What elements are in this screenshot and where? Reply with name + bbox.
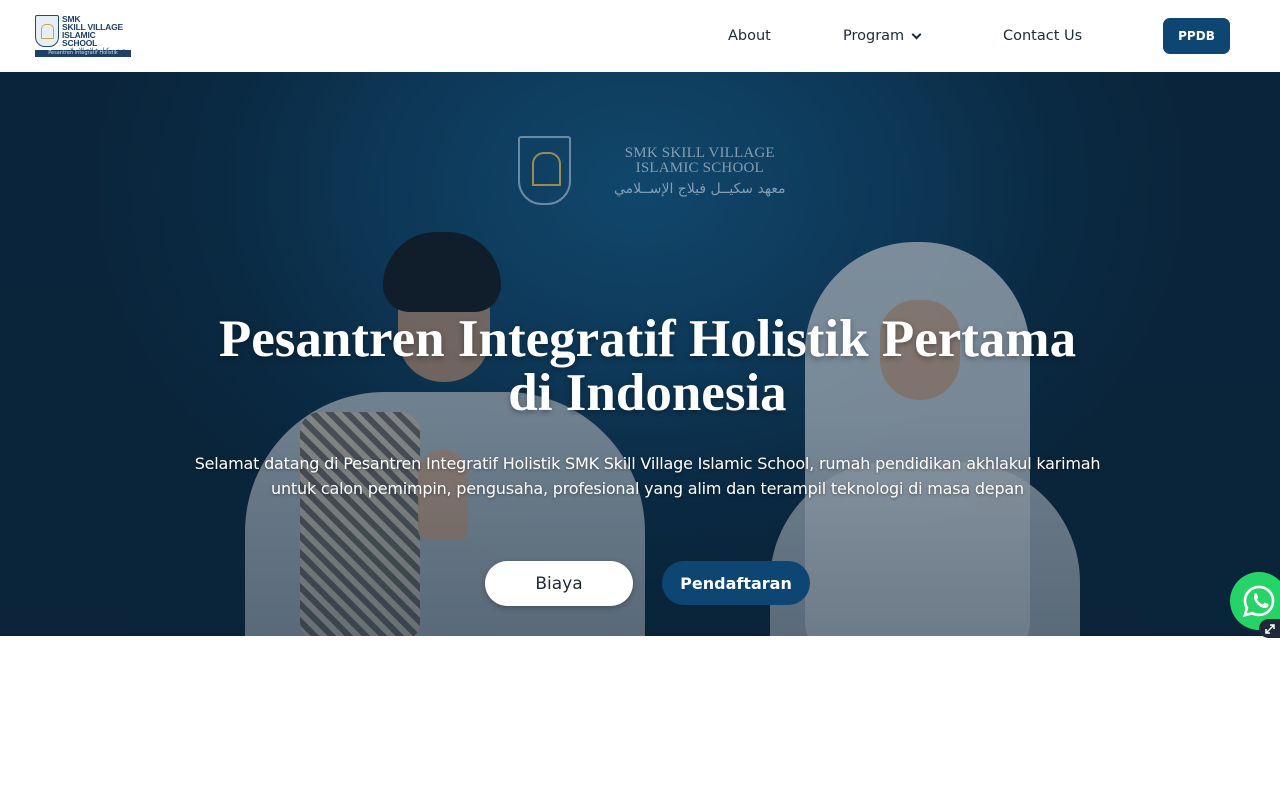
logo-line-3: ISLAMIC SCHOOL xyxy=(62,30,98,48)
nav-program-label: Program xyxy=(843,28,905,44)
hero-logo-arabic: معهد سكيــل فيلاج الإســلامي xyxy=(614,181,786,197)
hero-title-line-1: Pesantren Integratif Holistik Pertama xyxy=(218,310,1077,368)
school-crest-icon xyxy=(35,15,59,47)
nav-contact-us[interactable]: Contact Us xyxy=(1003,26,1082,46)
pendaftaran-button[interactable]: Pendaftaran xyxy=(662,561,810,605)
hero-logo-line-2: ISLAMIC SCHOOL xyxy=(635,160,764,176)
whatsapp-icon xyxy=(1243,585,1275,617)
whatsapp-collapse-button[interactable] xyxy=(1259,619,1280,638)
nav-program[interactable]: Program xyxy=(843,26,922,46)
school-logo[interactable]: SMK SKILL VILLAGE ISLAMIC SCHOOL معهد سك… xyxy=(35,15,131,58)
hero-logo-line-1: SMK SKILL VILLAGE xyxy=(624,145,775,161)
nav-about[interactable]: About xyxy=(728,26,771,46)
hero-title: Pesantren Integratif Holistik Pertama di… xyxy=(140,312,1155,420)
ppdb-button[interactable]: PPDB xyxy=(1163,18,1230,54)
chevron-down-icon xyxy=(911,29,922,39)
hero-school-logo: SMK SKILL VILLAGE ISLAMIC SCHOOL معهد سك… xyxy=(518,136,786,205)
site-header: SMK SKILL VILLAGE ISLAMIC SCHOOL معهد سك… xyxy=(0,0,1280,72)
hero-title-line-2: di Indonesia xyxy=(508,364,787,422)
school-crest-icon xyxy=(518,136,571,205)
logo-text: SMK SKILL VILLAGE ISLAMIC SCHOOL معهد سك… xyxy=(62,15,131,55)
logo-tagline: Pesantren Integratif Holistik xyxy=(35,50,131,57)
hero-logo-text: SMK SKILL VILLAGE ISLAMIC SCHOOL معهد سك… xyxy=(614,146,786,200)
biaya-button[interactable]: Biaya xyxy=(485,561,633,606)
hero-subtitle: Selamat datang di Pesantren Integratif H… xyxy=(194,454,1101,498)
hero-banner: SMK SKILL VILLAGE ISLAMIC SCHOOL معهد سك… xyxy=(0,72,1280,636)
collapse-icon xyxy=(1264,623,1275,634)
